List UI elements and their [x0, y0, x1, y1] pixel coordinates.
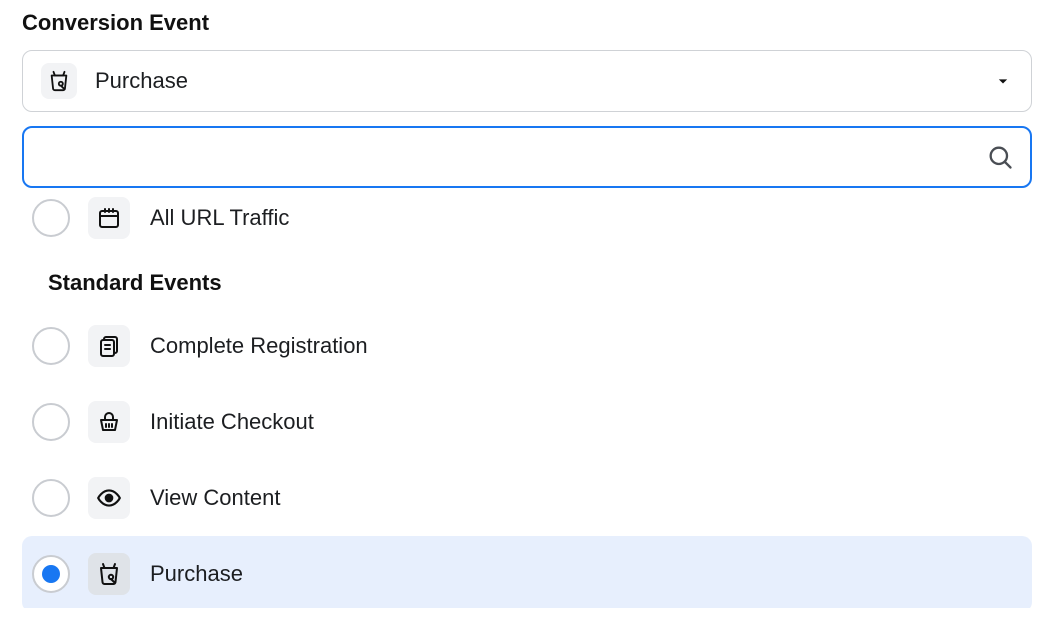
option-label: View Content — [150, 485, 280, 511]
option-purchase[interactable]: Purchase — [22, 536, 1032, 608]
shopping-bag-icon — [41, 63, 77, 99]
radio-checked[interactable] — [32, 555, 70, 593]
chevron-down-icon — [993, 71, 1013, 91]
radio-unchecked[interactable] — [32, 479, 70, 517]
option-view-content[interactable]: View Content — [22, 460, 1032, 536]
shopping-bag-icon — [88, 553, 130, 595]
option-initiate-checkout[interactable]: Initiate Checkout — [22, 384, 1032, 460]
option-label: Complete Registration — [150, 333, 368, 359]
option-label: Initiate Checkout — [150, 409, 314, 435]
radio-unchecked[interactable] — [32, 403, 70, 441]
search-icon — [986, 143, 1014, 171]
search-input[interactable] — [40, 128, 986, 186]
search-box[interactable] — [22, 126, 1032, 188]
radio-unchecked[interactable] — [32, 199, 70, 237]
radio-unchecked[interactable] — [32, 327, 70, 365]
option-label: All URL Traffic — [150, 205, 289, 231]
group-heading-standard-events: Standard Events — [48, 270, 1032, 296]
basket-icon — [88, 401, 130, 443]
option-complete-registration[interactable]: Complete Registration — [22, 308, 1032, 384]
clipboard-icon — [88, 325, 130, 367]
conversion-event-select[interactable]: Purchase — [22, 50, 1032, 112]
field-label: Conversion Event — [22, 10, 1032, 36]
eye-icon — [88, 477, 130, 519]
option-label: Purchase — [150, 561, 243, 587]
option-all-url-traffic[interactable]: All URL Traffic — [22, 190, 1032, 246]
dropdown-panel: All URL Traffic Standard Events Complete… — [22, 188, 1032, 608]
calendar-icon — [88, 197, 130, 239]
selected-value: Purchase — [95, 68, 993, 94]
